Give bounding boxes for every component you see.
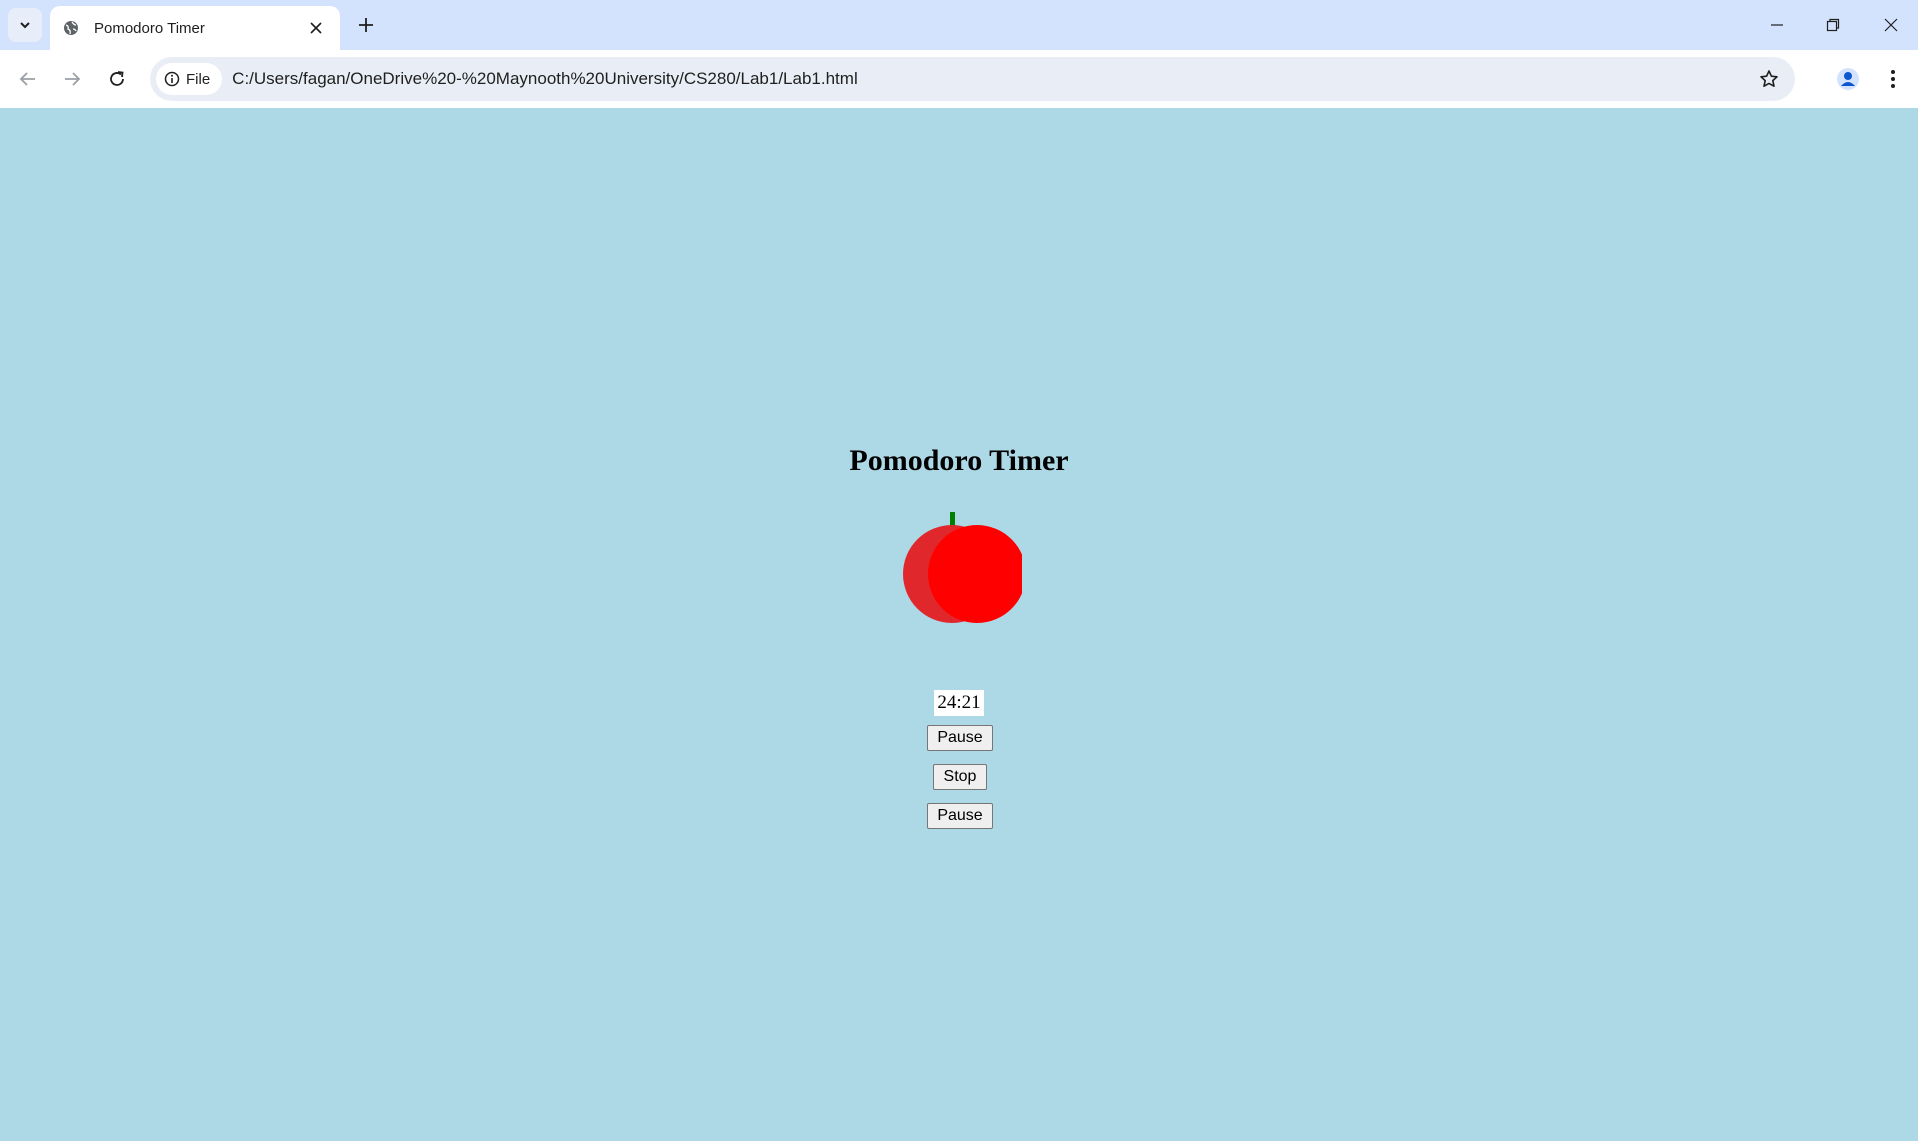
pause-button[interactable]: Pause [927, 725, 993, 751]
browser-tab[interactable]: Pomodoro Timer [50, 6, 340, 50]
profile-button[interactable] [1832, 63, 1864, 95]
bookmark-button[interactable] [1755, 65, 1783, 93]
kebab-menu-icon [1891, 70, 1895, 88]
reload-button[interactable] [102, 64, 132, 94]
restore-icon [1826, 18, 1840, 32]
tomato-stem [950, 512, 955, 526]
person-icon [1837, 68, 1859, 90]
star-icon [1760, 70, 1778, 87]
url-text[interactable]: C:/Users/fagan/OneDrive%20-%20Maynooth%2… [232, 69, 858, 89]
arrow-right-icon [65, 72, 81, 86]
forward-button[interactable] [57, 64, 87, 94]
minimize-icon [1771, 24, 1783, 26]
chevron-down-icon [20, 22, 30, 29]
stop-button[interactable]: Stop [933, 764, 987, 790]
close-icon [1884, 18, 1898, 32]
browser-menu-button[interactable] [1878, 63, 1908, 95]
info-icon [164, 71, 180, 87]
new-tab-button[interactable] [352, 11, 380, 39]
site-info-label: File [186, 70, 211, 88]
tomato-body [928, 525, 1022, 623]
arrow-left-icon [19, 72, 35, 86]
tab-title: Pomodoro Timer [94, 19, 205, 37]
page-viewport: Pomodoro Timer 24:21 Pause Stop Pause [0, 108, 1918, 1141]
tab-search-button[interactable] [8, 8, 42, 42]
pause-button-secondary[interactable]: Pause [927, 803, 993, 829]
reload-icon [110, 71, 124, 86]
globe-icon [62, 19, 80, 37]
page-title: Pomodoro Timer [849, 444, 1069, 477]
tomato-icon [903, 512, 1022, 623]
tab-close-button[interactable] [304, 16, 328, 40]
restore-button[interactable] [1818, 10, 1848, 40]
back-button[interactable] [13, 64, 43, 94]
timer-display: 24:21 [934, 690, 984, 716]
minimize-button[interactable] [1762, 10, 1792, 40]
close-icon [310, 22, 322, 34]
plus-icon [359, 18, 373, 32]
tab-strip: Pomodoro Timer [0, 0, 1918, 50]
browser-toolbar: File C:/Users/fagan/OneDrive%20-%20Mayno… [0, 50, 1918, 109]
address-bar[interactable]: File C:/Users/fagan/OneDrive%20-%20Mayno… [150, 57, 1795, 101]
close-window-button[interactable] [1876, 10, 1906, 40]
site-info-chip[interactable]: File [156, 63, 223, 95]
